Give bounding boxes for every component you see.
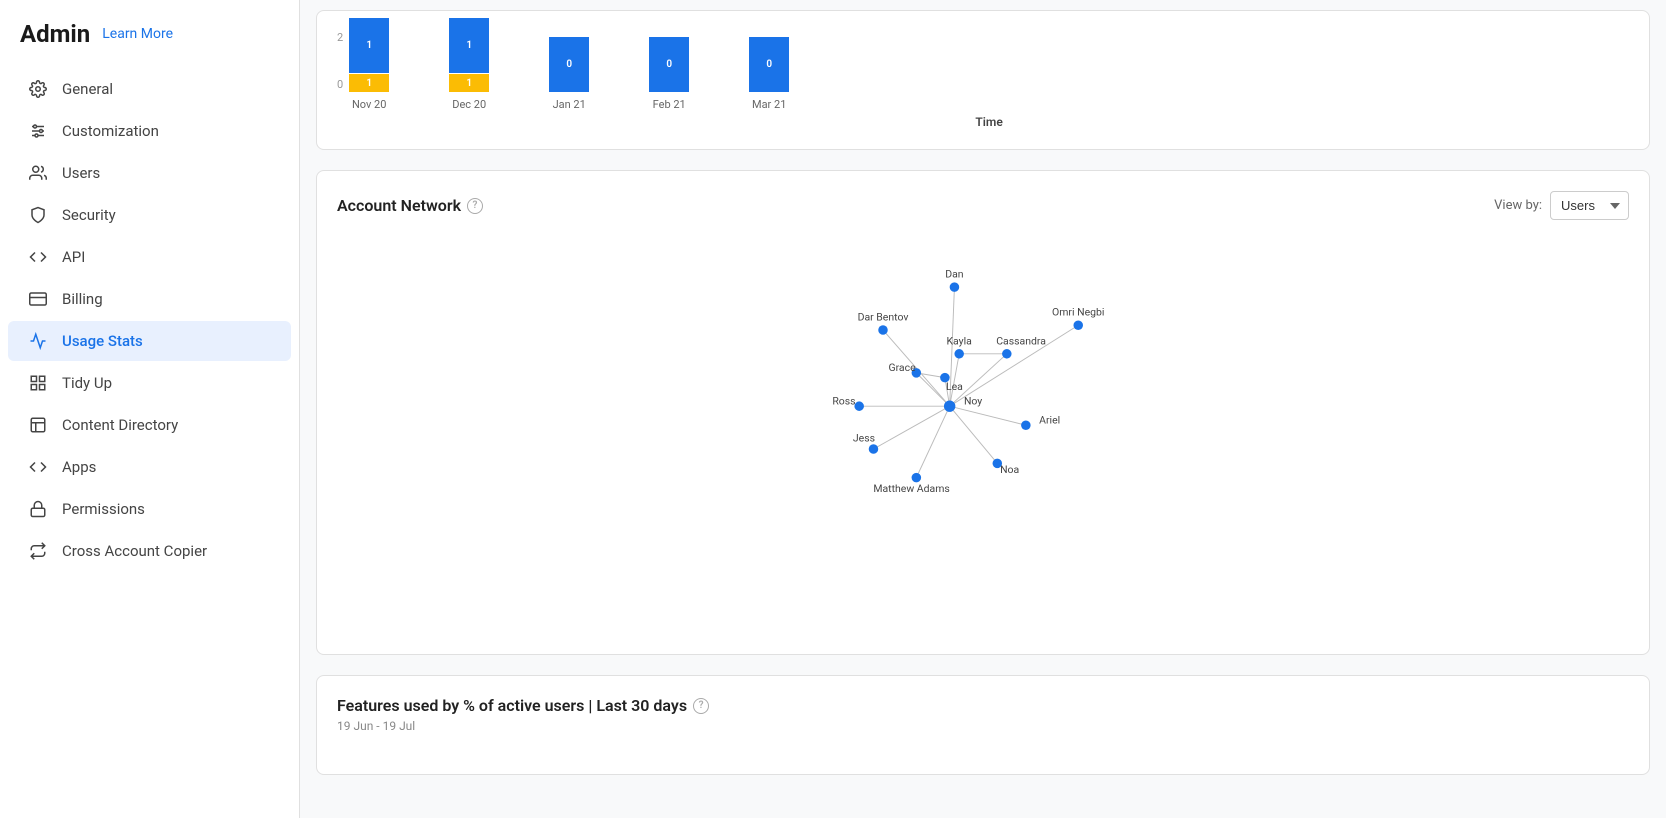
sidebar-item-general[interactable]: General <box>8 69 291 109</box>
svg-text:Cassandra: Cassandra <box>996 334 1046 347</box>
bar-group-nov20: 1 1 <box>349 18 389 92</box>
sidebar-header: Admin Learn More <box>0 20 299 68</box>
bar-group-feb21: 0 <box>649 37 689 92</box>
sidebar-item-content-directory[interactable]: Content Directory <box>8 405 291 445</box>
chart-col-nov20: 1 1 Nov 20 <box>349 18 389 111</box>
y-label-2: 2 <box>337 31 343 44</box>
chart-icon <box>28 331 48 351</box>
svg-text:Noy: Noy <box>964 394 982 407</box>
bar-blue-jan21: 0 <box>549 37 589 92</box>
svg-text:Noa: Noa <box>1000 463 1019 476</box>
bar-blue-feb21: 0 <box>649 37 689 92</box>
sidebar-item-cross-account-copier[interactable]: Cross Account Copier <box>8 531 291 571</box>
main-content: 2 0 1 1 Nov 20 1 <box>300 0 1666 818</box>
bar-group-dec20: 1 1 <box>449 18 489 92</box>
account-network-card: Account Network ? View by: Users Teams <box>316 170 1650 655</box>
sidebar-item-api[interactable]: API <box>8 237 291 277</box>
sidebar-item-label: Cross Account Copier <box>62 542 207 560</box>
sidebar-item-permissions[interactable]: Permissions <box>8 489 291 529</box>
chart-col-feb21: 0 Feb 21 <box>649 37 689 111</box>
bar-blue-dec20: 1 <box>449 18 489 73</box>
sidebar-item-billing[interactable]: Billing <box>8 279 291 319</box>
content-icon <box>28 415 48 435</box>
bar-yellow-dec20: 1 <box>449 74 489 92</box>
sidebar-item-label: Users <box>62 164 100 182</box>
svg-text:Dar Bentov: Dar Bentov <box>858 310 909 323</box>
sidebar-item-customization[interactable]: Customization <box>8 111 291 151</box>
bar-chart-card: 2 0 1 1 Nov 20 1 <box>316 10 1650 150</box>
gear-icon <box>28 79 48 99</box>
sidebar: Admin Learn More General Customization U… <box>0 0 300 818</box>
view-by-select[interactable]: Users Teams <box>1550 191 1629 220</box>
svg-text:Lea: Lea <box>946 380 963 393</box>
bar-yellow-nov20: 1 <box>349 74 389 92</box>
lock-icon <box>28 499 48 519</box>
sidebar-nav: General Customization Users Security <box>0 68 299 572</box>
chart-col-dec20: 1 1 Dec 20 <box>449 18 489 111</box>
sidebar-item-label: Apps <box>62 458 96 476</box>
chart-columns-container: 1 1 Nov 20 1 1 Dec 20 <box>349 31 1629 129</box>
api-icon <box>28 247 48 267</box>
chart-columns: 1 1 Nov 20 1 1 Dec 20 <box>349 31 1629 111</box>
view-by-label: View by: <box>1494 198 1542 213</box>
svg-text:Grace: Grace <box>888 361 916 374</box>
col-label-dec20: Dec 20 <box>452 98 486 111</box>
x-axis-title: Time <box>349 115 1629 129</box>
svg-text:Dan: Dan <box>945 268 964 281</box>
features-card-title: Features used by % of active users | Las… <box>337 696 1629 715</box>
app-title: Admin <box>20 20 90 48</box>
copy-icon <box>28 541 48 561</box>
svg-text:Ross: Ross <box>832 394 855 407</box>
sidebar-item-tidy-up[interactable]: Tidy Up <box>8 363 291 403</box>
col-label-jan21: Jan 21 <box>553 98 586 111</box>
shield-icon <box>28 205 48 225</box>
bar-group-jan21: 0 <box>549 37 589 92</box>
col-label-nov20: Nov 20 <box>352 98 386 111</box>
users-icon <box>28 163 48 183</box>
network-card-header: Account Network ? View by: Users Teams <box>337 191 1629 220</box>
sidebar-item-label: Security <box>62 206 116 224</box>
network-info-icon[interactable]: ? <box>467 198 483 214</box>
svg-text:Matthew Adams: Matthew Adams <box>873 482 949 495</box>
billing-icon <box>28 289 48 309</box>
view-by-area: View by: Users Teams <box>1494 191 1629 220</box>
network-card-title: Account Network ? <box>337 196 483 215</box>
network-graph: Dan Omri Negbi Dar Bentov Kayla Cassandr… <box>337 230 1629 630</box>
tidy-icon <box>28 373 48 393</box>
features-card: Features used by % of active users | Las… <box>316 675 1650 775</box>
chart-area: 2 0 1 1 Nov 20 1 <box>337 31 1629 129</box>
y-label-0: 0 <box>337 78 343 91</box>
sidebar-item-apps[interactable]: Apps <box>8 447 291 487</box>
chart-col-jan21: 0 Jan 21 <box>549 37 589 111</box>
sidebar-item-label: API <box>62 248 85 266</box>
col-label-mar21: Mar 21 <box>752 98 786 111</box>
bar-blue-nov20: 1 <box>349 18 389 73</box>
svg-text:Ariel: Ariel <box>1039 413 1060 426</box>
svg-text:Omri Negbi: Omri Negbi <box>1052 306 1104 319</box>
features-date-range: 19 Jun - 19 Jul <box>337 719 1629 733</box>
sidebar-item-usage-stats[interactable]: Usage Stats <box>8 321 291 361</box>
y-axis: 2 0 <box>337 31 343 111</box>
sliders-icon <box>28 121 48 141</box>
sidebar-item-label: Customization <box>62 122 159 140</box>
sidebar-item-label: Tidy Up <box>62 374 112 392</box>
col-label-feb21: Feb 21 <box>653 98 686 111</box>
bar-group-mar21: 0 <box>749 37 789 92</box>
sidebar-item-label: Content Directory <box>62 416 178 434</box>
sidebar-item-security[interactable]: Security <box>8 195 291 235</box>
features-info-icon[interactable]: ? <box>693 698 709 714</box>
sidebar-item-label: Usage Stats <box>62 332 143 350</box>
learn-more-link[interactable]: Learn More <box>102 26 173 42</box>
sidebar-item-label: Permissions <box>62 500 145 518</box>
svg-text:Kayla: Kayla <box>946 334 972 347</box>
chart-col-mar21: 0 Mar 21 <box>749 37 789 111</box>
apps-icon <box>28 457 48 477</box>
bar-blue-mar21: 0 <box>749 37 789 92</box>
svg-text:Jess: Jess <box>853 431 875 444</box>
sidebar-item-label: General <box>62 80 113 98</box>
sidebar-item-label: Billing <box>62 290 103 308</box>
sidebar-item-users[interactable]: Users <box>8 153 291 193</box>
